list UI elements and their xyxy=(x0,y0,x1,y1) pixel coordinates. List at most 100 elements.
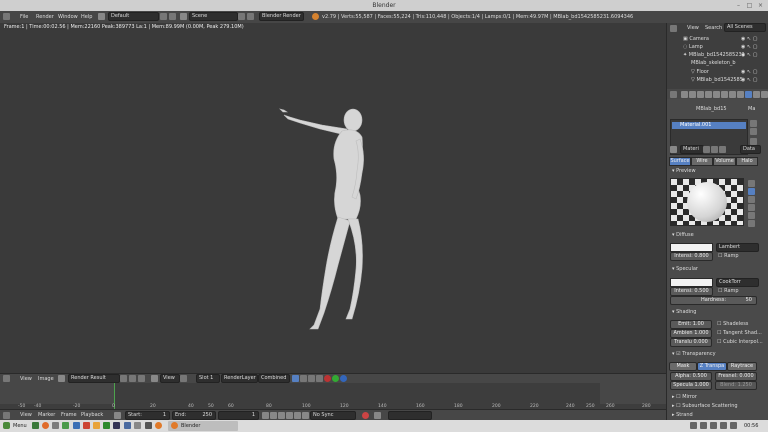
menu-marker[interactable]: Marker xyxy=(38,412,55,418)
editor-type-icon[interactable] xyxy=(3,13,10,20)
draw-zbuffer-icon[interactable] xyxy=(308,375,315,382)
remove-layout-icon[interactable] xyxy=(169,13,176,20)
add-scene-icon[interactable] xyxy=(238,13,245,20)
visibility-eye-icon[interactable]: ◉ ↖ ▢ xyxy=(741,69,757,75)
object-tab-icon[interactable] xyxy=(713,91,720,98)
menu-view[interactable]: View xyxy=(20,412,32,418)
remove-slot-icon[interactable] xyxy=(750,128,757,135)
tab-surface[interactable]: Surface xyxy=(669,157,691,166)
preview-sphere-icon[interactable] xyxy=(748,188,755,195)
red-channel-icon[interactable] xyxy=(324,375,331,382)
menu-playback[interactable]: Playback xyxy=(81,412,103,418)
remove-scene-icon[interactable] xyxy=(247,13,254,20)
menu-help[interactable]: Help xyxy=(81,14,92,20)
start-menu-label[interactable]: Menu xyxy=(13,423,27,429)
material-tab-icon[interactable] xyxy=(745,91,752,98)
section-transparency[interactable]: ▾ ☑ Transparency xyxy=(672,351,716,357)
specular-alpha-field[interactable]: Specula 1.000 xyxy=(670,381,712,390)
render-tab-icon[interactable] xyxy=(681,91,688,98)
texture-tab-icon[interactable] xyxy=(753,91,760,98)
jump-start-icon[interactable] xyxy=(262,412,269,419)
cubic-interpolation-checkbox[interactable]: ☐ Cubic Interpol... xyxy=(717,339,763,345)
outliner-item-lamp[interactable]: ◌ Lamp xyxy=(683,44,703,50)
menu-file[interactable]: File xyxy=(20,14,28,20)
record-icon[interactable] xyxy=(362,412,369,419)
image-name-field[interactable]: Render Result xyxy=(68,374,120,383)
fake-user-icon[interactable] xyxy=(703,146,710,153)
outliner-item-mblab-mesh[interactable]: ▽ MBlab_bd1542585 xyxy=(691,77,743,83)
outliner-tab-view[interactable]: View xyxy=(687,25,699,31)
terminal-icon[interactable] xyxy=(52,422,59,429)
fresnel-blend-field[interactable]: Blend: 1.250 xyxy=(715,381,757,390)
minimize-icon[interactable]: – xyxy=(735,2,742,9)
visibility-eye-icon[interactable]: ◉ ↖ ▢ xyxy=(741,77,757,83)
tray-icon[interactable] xyxy=(690,422,697,429)
visibility-eye-icon[interactable]: ◉ ↖ ▢ xyxy=(741,52,757,58)
preview-range-icon[interactable] xyxy=(114,412,121,419)
image-browse-icon[interactable] xyxy=(58,375,65,382)
battery-icon[interactable] xyxy=(730,422,737,429)
preview-sky-icon[interactable] xyxy=(748,220,755,227)
next-keyframe-icon[interactable] xyxy=(294,412,301,419)
pivot-icon[interactable] xyxy=(180,375,187,382)
draw-image-icon[interactable] xyxy=(292,375,299,382)
preview-cube-icon[interactable] xyxy=(748,196,755,203)
data-tab-icon[interactable] xyxy=(737,91,744,98)
blender-icon[interactable] xyxy=(155,422,162,429)
volume-icon[interactable] xyxy=(720,422,727,429)
specular-intensity-field[interactable]: Intensi: 0.500 xyxy=(670,287,713,296)
maximize-icon[interactable]: □ xyxy=(746,2,753,9)
unlink-material-icon[interactable] xyxy=(719,146,726,153)
menu-view[interactable]: View xyxy=(20,376,32,382)
scopes-icon[interactable] xyxy=(316,375,323,382)
layout-selector[interactable]: Default xyxy=(108,12,159,21)
app-icon-blue[interactable] xyxy=(124,422,131,429)
blue-channel-icon[interactable] xyxy=(340,375,347,382)
layer-selector[interactable]: RenderLayer xyxy=(221,374,258,383)
outliner-tab-search[interactable]: Search xyxy=(705,25,722,31)
app-icon-orange[interactable] xyxy=(93,422,100,429)
pass-selector[interactable]: Combined xyxy=(258,374,290,383)
specular-color-swatch[interactable] xyxy=(670,278,713,287)
diffuse-shader-selector[interactable]: Lambert xyxy=(716,243,759,252)
current-frame-field[interactable]: 1 xyxy=(218,411,259,420)
hardness-field[interactable]: Hardness: 50 xyxy=(670,296,757,305)
scene-icon[interactable] xyxy=(180,13,187,20)
green-channel-icon[interactable] xyxy=(332,375,339,382)
specular-ramp-checkbox[interactable]: ☐ Ramp xyxy=(718,288,739,294)
prev-keyframe-icon[interactable] xyxy=(270,412,277,419)
outliner-item-camera[interactable]: ▣ Camera xyxy=(683,36,709,42)
add-layout-icon[interactable] xyxy=(160,13,167,20)
unlink-image-icon[interactable] xyxy=(138,375,145,382)
screen-layout-icon[interactable] xyxy=(98,13,105,20)
tray-icon[interactable] xyxy=(700,422,707,429)
new-image-icon[interactable] xyxy=(129,375,136,382)
particles-tab-icon[interactable] xyxy=(761,91,768,98)
editor-type-icon[interactable] xyxy=(3,375,10,382)
network-icon[interactable] xyxy=(710,422,717,429)
scene-tab-icon[interactable] xyxy=(697,91,704,98)
section-diffuse[interactable]: ▾ Diffuse xyxy=(672,232,694,238)
keying-set-field[interactable] xyxy=(388,411,432,420)
constraints-tab-icon[interactable] xyxy=(721,91,728,98)
section-sss[interactable]: ▸ ☐ Subsurface Scattering xyxy=(672,403,738,409)
modifiers-tab-icon[interactable] xyxy=(729,91,736,98)
app-icon-dark[interactable] xyxy=(113,422,120,429)
end-frame-field[interactable]: End: 250 xyxy=(172,411,216,420)
translucency-field[interactable]: Translu 0.000 xyxy=(670,338,712,347)
preview-flat-icon[interactable] xyxy=(748,180,755,187)
section-strand[interactable]: ▸ Strand xyxy=(672,412,693,418)
material-name-field[interactable]: Materi xyxy=(680,145,704,154)
section-mirror[interactable]: ▸ ☐ Mirror xyxy=(672,394,697,400)
sync-mode-selector[interactable]: No Sync xyxy=(310,411,356,420)
ambient-field[interactable]: Ambien 1.000 xyxy=(670,329,712,338)
close-icon[interactable]: × xyxy=(757,2,764,9)
diffuse-ramp-checkbox[interactable]: ☐ Ramp xyxy=(718,253,739,259)
draw-alpha-icon[interactable] xyxy=(300,375,307,382)
app-icon-dark2[interactable] xyxy=(145,422,152,429)
alpha-field[interactable]: Alpha: 0.500 xyxy=(670,372,712,381)
link-data-selector[interactable]: Data xyxy=(740,145,761,154)
firefox-icon[interactable] xyxy=(42,422,49,429)
files-icon[interactable] xyxy=(62,422,69,429)
mint-menu-icon[interactable] xyxy=(3,422,10,429)
